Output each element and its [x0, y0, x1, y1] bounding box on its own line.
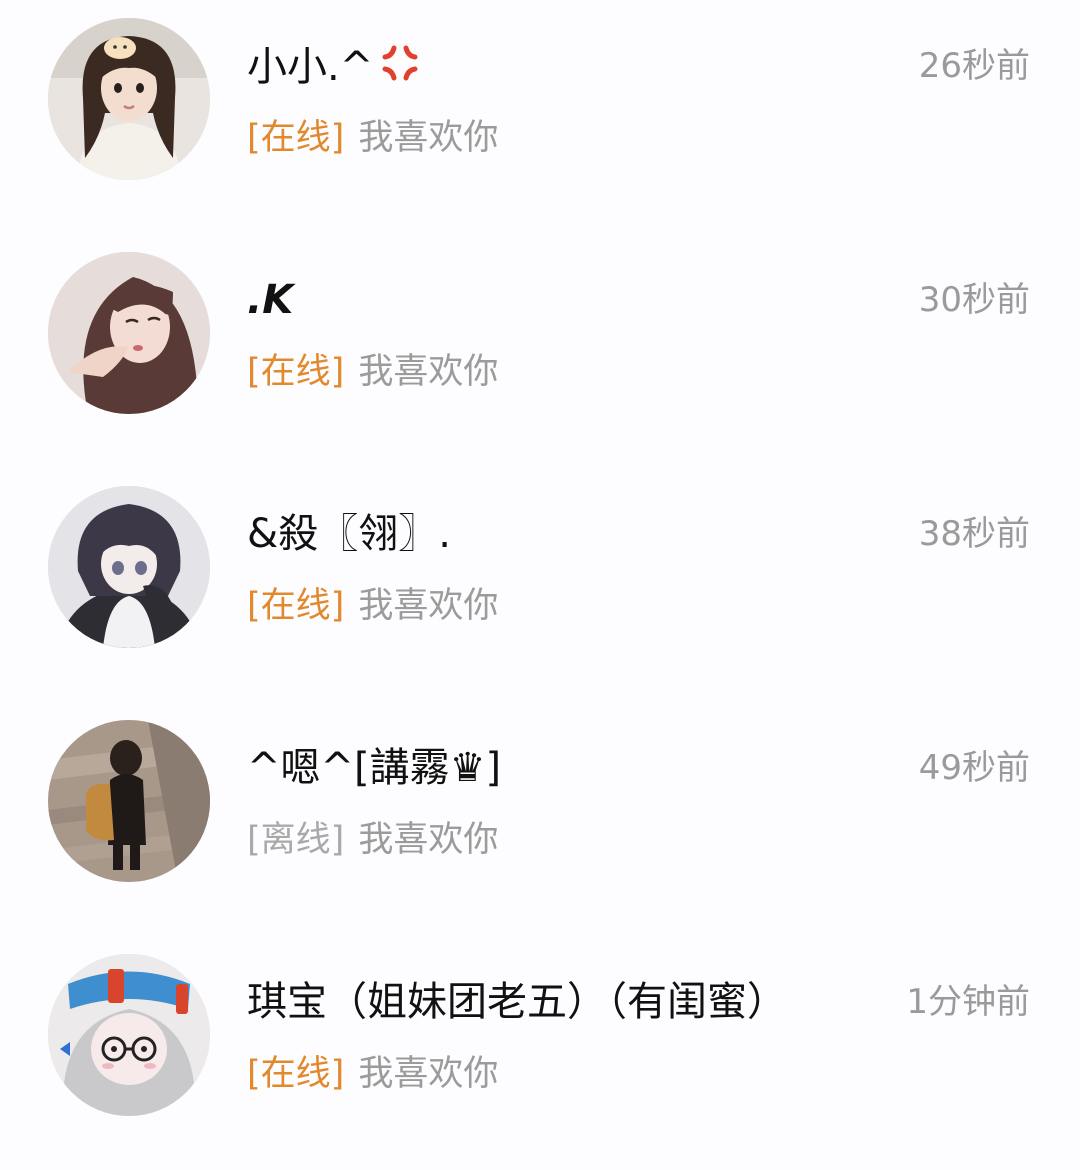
- timestamp: 26秒前: [918, 46, 1030, 86]
- message-preview: [在线] 我喜欢你: [247, 582, 498, 630]
- avatar[interactable]: [48, 720, 210, 882]
- status-badge: [在线]: [247, 352, 345, 392]
- conversation-item[interactable]: ^嗯^[講霧♛] 49秒前 [离线] 我喜欢你: [0, 702, 1080, 936]
- contact-name: 小小.^: [247, 40, 423, 93]
- contact-name: ^嗯^[講霧♛]: [247, 745, 502, 791]
- message-preview: [在线] 我喜欢你: [247, 114, 498, 162]
- last-message: 我喜欢你: [358, 118, 499, 158]
- status-badge: [在线]: [247, 1054, 345, 1094]
- girl-backpack-avatar-icon: [48, 720, 210, 882]
- conversation-item[interactable]: 小小.^ 26秒前 [在线] 我喜欢你: [0, 0, 1080, 234]
- anime-boy-avatar-icon: [48, 486, 210, 648]
- last-message: 我喜欢你: [358, 586, 499, 626]
- conversation-item[interactable]: .K 30秒前 [在线] 我喜欢你: [0, 234, 1080, 468]
- girl-portrait-avatar-icon: [48, 18, 210, 180]
- last-message: 我喜欢你: [358, 352, 499, 392]
- anger-symbol-icon: [382, 45, 418, 81]
- avatar[interactable]: [48, 486, 210, 648]
- contact-name: &殺〖翎〗.: [247, 511, 451, 557]
- contact-name: 琪宝（姐妹团老五）（有闺蜜）: [247, 979, 787, 1025]
- status-badge: [在线]: [247, 118, 345, 158]
- timestamp: 30秒前: [918, 280, 1030, 320]
- avatar[interactable]: [48, 18, 210, 180]
- cartoon-girl-avatar-icon: [48, 954, 210, 1116]
- message-preview: [在线] 我喜欢你: [247, 1050, 498, 1098]
- girl-portrait-avatar-icon: [48, 252, 210, 414]
- last-message: 我喜欢你: [358, 1054, 499, 1094]
- avatar[interactable]: [48, 252, 210, 414]
- timestamp: 49秒前: [918, 748, 1030, 788]
- message-preview: [离线] 我喜欢你: [247, 816, 498, 864]
- conversation-item[interactable]: 琪宝（姐妹团老五）（有闺蜜） 1分钟前 [在线] 我喜欢你: [0, 936, 1080, 1170]
- timestamp: 1分钟前: [906, 982, 1030, 1022]
- conversation-item[interactable]: &殺〖翎〗. 38秒前 [在线] 我喜欢你: [0, 468, 1080, 702]
- avatar[interactable]: [48, 954, 210, 1116]
- message-preview: [在线] 我喜欢你: [247, 348, 498, 396]
- conversation-list: 小小.^ 26秒前 [在线] 我喜欢你 .K 30秒前 [在线] 我喜欢你 &殺…: [0, 0, 1080, 1150]
- status-badge: [离线]: [247, 820, 345, 860]
- contact-name: .K: [247, 277, 294, 323]
- status-badge: [在线]: [247, 586, 345, 626]
- timestamp: 38秒前: [918, 514, 1030, 554]
- last-message: 我喜欢你: [358, 820, 499, 860]
